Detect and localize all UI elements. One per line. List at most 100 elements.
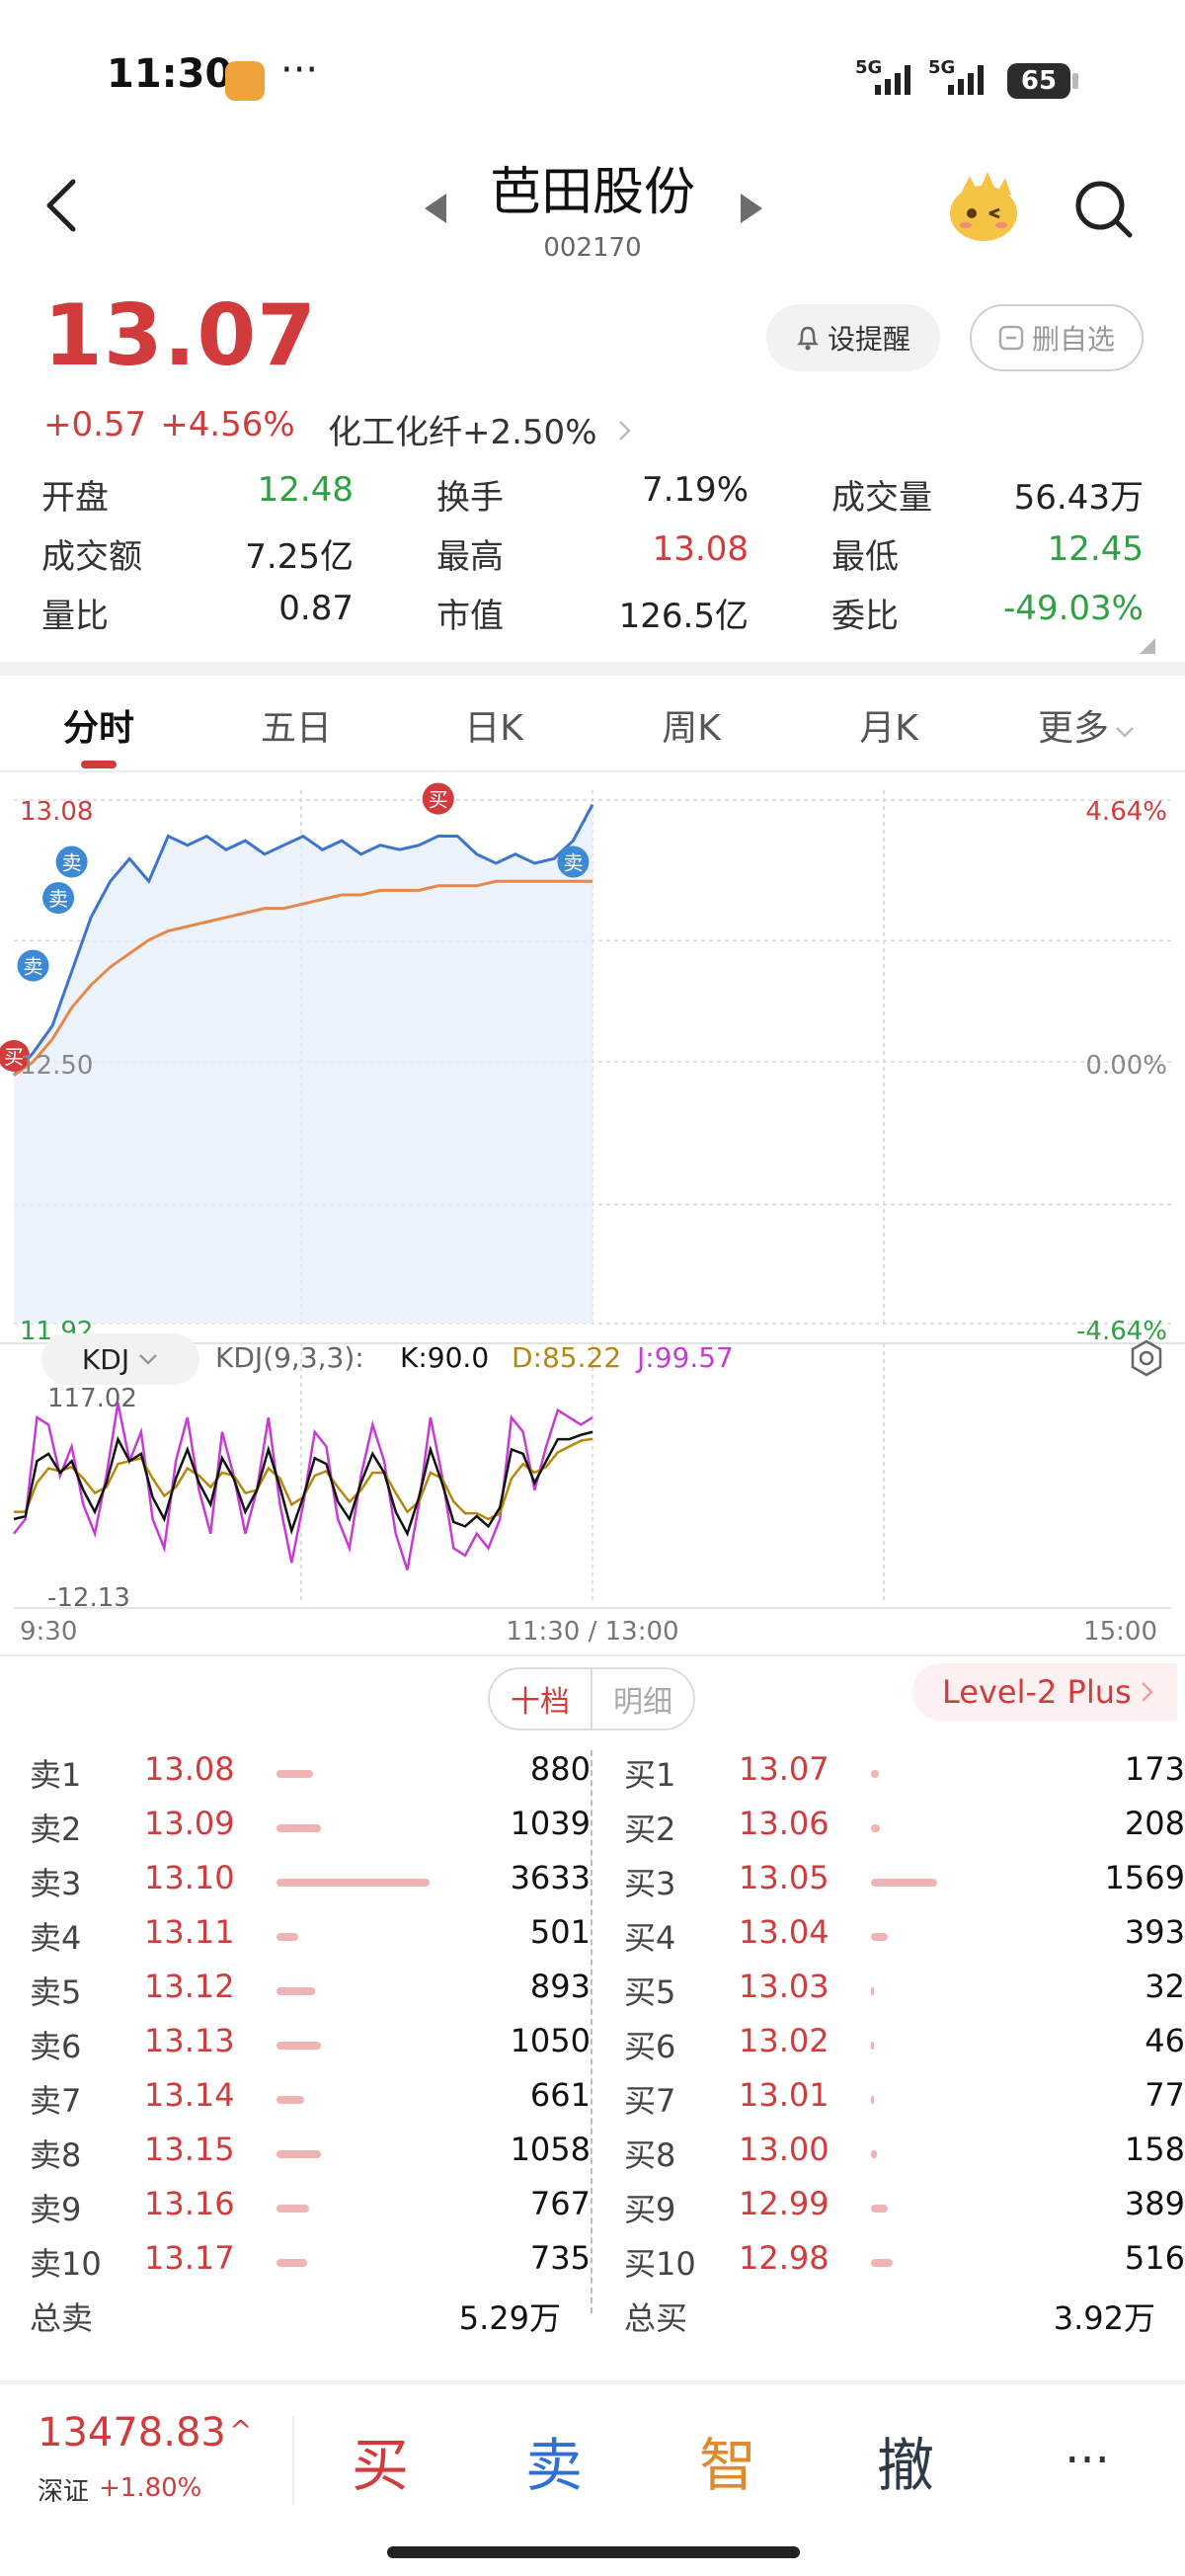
kdj-k-value: K:90.0	[400, 1341, 490, 1374]
tab-active-underline	[81, 761, 117, 768]
sell-level-price[interactable]: 13.12	[144, 1968, 273, 2005]
buy-level-price[interactable]: 13.03	[739, 1968, 867, 2005]
sell-level-volume: 880	[529, 1750, 591, 1788]
quote-value: 56.43万	[1013, 478, 1144, 518]
smart-order-button[interactable]: 智	[644, 2416, 812, 2505]
buy-volume-bar	[871, 1879, 937, 1887]
buy-level-price[interactable]: 12.98	[739, 2239, 867, 2277]
buy-level-price[interactable]: 13.07	[739, 1750, 867, 1788]
sell-level-label: 卖10	[30, 2245, 102, 2283]
buy-marker[interactable]: 买	[422, 782, 454, 815]
tab-label: 月K	[859, 708, 918, 749]
buy-level-volume: 393	[1124, 1913, 1185, 1951]
kdj-k-line	[13, 1430, 593, 1537]
buy-level-price[interactable]: 12.99	[739, 2185, 867, 2222]
buy-level-label: 买6	[624, 2028, 676, 2065]
gear-icon[interactable]	[1128, 1339, 1165, 1377]
tab-ten-levels[interactable]: 十档	[490, 1669, 592, 1729]
triangle-right-icon	[741, 194, 762, 223]
signal-net-label: 5G	[855, 57, 882, 78]
sell-marker[interactable]: 卖	[55, 845, 88, 878]
signal-5g-icon: 5G	[855, 57, 924, 97]
sell-level-price[interactable]: 13.09	[144, 1805, 273, 1842]
sell-marker[interactable]: 卖	[17, 949, 49, 982]
total-buy-value: 3.92万	[1053, 2299, 1155, 2337]
y-right-tick: 0.00%	[1085, 1051, 1167, 1081]
mascot-icon[interactable]	[946, 170, 1021, 245]
quote-value: 7.25亿	[245, 537, 354, 577]
x-tick: 11:30 / 13:00	[506, 1617, 678, 1647]
tab-1[interactable]: 五日	[217, 699, 375, 751]
expand-corner-icon[interactable]	[1140, 638, 1155, 654]
signal-5g-icon-2: 5G	[928, 57, 997, 97]
sell-level-label: 卖3	[30, 1865, 82, 1902]
buy-level-price[interactable]: 13.01	[739, 2076, 867, 2114]
buy-level-price[interactable]: 13.00	[739, 2131, 867, 2168]
buy-volume-bar	[871, 1824, 881, 1832]
sell-level-price[interactable]: 13.10	[144, 1859, 273, 1896]
sell-marker[interactable]: 卖	[557, 845, 590, 878]
more-button[interactable]: ···	[1003, 2416, 1171, 2505]
buy-button[interactable]: 买	[296, 2416, 464, 2505]
remove-watchlist-button[interactable]: 删自选	[970, 304, 1144, 371]
triangle-left-icon	[425, 194, 446, 223]
sell-marker[interactable]: 卖	[42, 882, 75, 915]
y-left-tick: 12.50	[20, 1051, 93, 1081]
sell-volume-bar	[276, 1824, 321, 1832]
index-value[interactable]: 13478.83	[38, 2410, 226, 2455]
quote-label: 最高	[436, 537, 504, 577]
buy-level-price[interactable]: 13.06	[739, 1805, 867, 1842]
sell-level-price[interactable]: 13.11	[144, 1913, 273, 1951]
buy-volume-bar	[871, 2096, 875, 2104]
bottom-divider	[0, 2380, 1185, 2384]
indicator-select-label: KDJ	[81, 1342, 130, 1376]
buy-level-label: 买9	[624, 2191, 676, 2228]
home-indicator[interactable]	[387, 2546, 800, 2558]
buy-level-price[interactable]: 13.05	[739, 1859, 867, 1896]
tab-5[interactable]: 更多	[1007, 699, 1165, 751]
buy-level-price[interactable]: 13.04	[739, 1913, 867, 1951]
sell-level-label: 卖8	[30, 2136, 82, 2174]
sell-level-price[interactable]: 13.17	[144, 2239, 273, 2277]
buy-level-label: 买4	[624, 1919, 676, 1957]
prev-stock-button[interactable]	[423, 192, 448, 229]
index-change: +1.80%	[99, 2473, 202, 2503]
y-left-tick: 13.08	[20, 797, 93, 827]
sell-level-price[interactable]: 13.15	[144, 2131, 273, 2168]
tab-2[interactable]: 日K	[415, 699, 573, 751]
set-alert-button[interactable]: 设提醒	[766, 304, 940, 371]
kdj-min-label: -12.13	[47, 1583, 130, 1613]
buy-level-price[interactable]: 13.02	[739, 2022, 867, 2059]
tab-detail[interactable]: 明细	[592, 1669, 693, 1729]
level2-plus-button[interactable]: Level-2 Plus	[912, 1663, 1177, 1721]
cancel-order-button[interactable]: 撤	[822, 2416, 989, 2505]
search-button[interactable]	[1072, 178, 1136, 241]
tab-label: 更多	[1037, 708, 1109, 749]
tab-0[interactable]: 分时	[20, 699, 178, 751]
bell-icon	[796, 326, 819, 351]
sell-volume-bar	[276, 2096, 304, 2104]
sell-button[interactable]: 卖	[470, 2416, 638, 2505]
sector-link[interactable]: 化工化纤+2.50%	[328, 405, 635, 453]
sell-level-label: 卖5	[30, 1973, 82, 2011]
quote-label: 量比	[41, 597, 109, 636]
tab-3[interactable]: 周K	[612, 699, 770, 751]
total-sell-value: 5.29万	[458, 2299, 561, 2337]
next-stock-button[interactable]	[739, 192, 764, 229]
chevron-right-icon	[1141, 1682, 1153, 1702]
orderbook-segment: 十档 明细	[488, 1667, 695, 1731]
index-expand-icon[interactable]: ^	[229, 2414, 252, 2447]
status-time: 11:30	[107, 51, 233, 97]
sell-level-price[interactable]: 13.08	[144, 1750, 273, 1788]
quote-label: 成交量	[831, 478, 932, 518]
intraday-chart[interactable]: 买卖卖卖买卖13.0812.5011.924.64%0.00%-4.64%117…	[0, 770, 1185, 1659]
sell-level-label: 卖7	[30, 2082, 82, 2120]
chevron-down-icon	[1116, 727, 1134, 738]
tab-4[interactable]: 月K	[810, 699, 968, 751]
sell-level-price[interactable]: 13.13	[144, 2022, 273, 2059]
sell-level-price[interactable]: 13.14	[144, 2076, 273, 2114]
chevron-right-icon	[619, 421, 632, 441]
quote-value: 13.08	[652, 529, 749, 569]
sell-level-price[interactable]: 13.16	[144, 2185, 273, 2222]
indicator-select[interactable]: KDJ	[41, 1333, 199, 1385]
